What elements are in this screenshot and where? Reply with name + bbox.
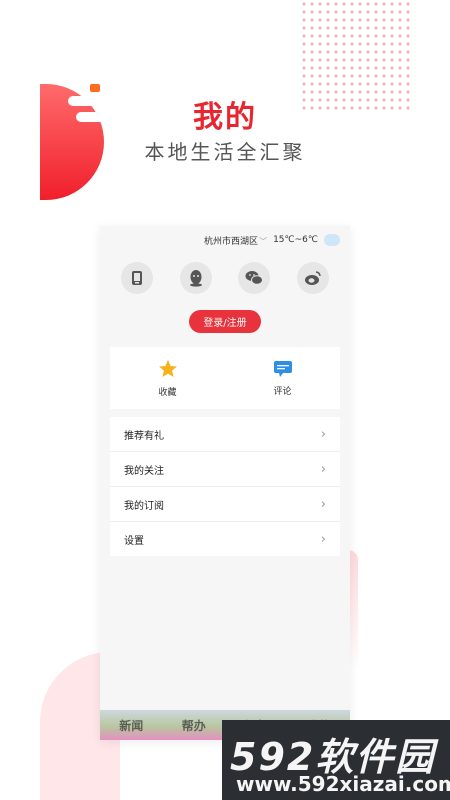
cloud-icon — [324, 234, 340, 246]
menu-item-recommend[interactable]: 推荐有礼 › — [110, 417, 340, 452]
decorative-orange-block — [90, 84, 100, 92]
menu-item-settings[interactable]: 设置 › — [110, 522, 340, 556]
watermark: 592软件园 www.592xiazai.com — [222, 720, 450, 800]
favorites-button[interactable]: 收藏 — [110, 347, 225, 409]
wechat-login-button[interactable] — [238, 262, 271, 294]
comments-button[interactable]: 评论 — [225, 347, 340, 409]
tab-news[interactable]: 新闻 — [119, 717, 143, 734]
watermark-url: www.592xiazai.com — [236, 772, 450, 796]
location-text: 杭州市西湖区 — [204, 236, 259, 247]
phone-icon — [132, 271, 143, 285]
status-bar: 杭州市西湖区﹀ 15℃~6℃ — [100, 226, 350, 254]
social-login-row — [100, 254, 350, 294]
weibo-login-button[interactable] — [296, 262, 329, 294]
tab-help[interactable]: 帮办 — [182, 717, 206, 734]
qq-login-button[interactable] — [179, 262, 212, 294]
comments-label: 评论 — [273, 386, 292, 397]
weather-text: 15℃~6℃ — [273, 235, 318, 245]
quick-actions-card: 收藏 评论 — [110, 347, 340, 409]
menu-item-label: 我的订阅 — [124, 500, 164, 512]
hero-subtitle: 本地生活全汇聚 — [144, 140, 306, 164]
chevron-down-icon: ﹀ — [259, 236, 268, 246]
favorites-label: 收藏 — [158, 387, 177, 398]
phone-screen: 杭州市西湖区﹀ 15℃~6℃ 登录/注册 收藏 评论 推荐有礼 › 我的关注 ›… — [100, 226, 350, 740]
location-label[interactable]: 杭州市西湖区﹀ — [204, 234, 267, 247]
star-icon — [158, 359, 177, 377]
phone-login-button[interactable] — [121, 262, 154, 294]
chevron-right-icon: › — [320, 496, 326, 512]
menu-item-label: 推荐有礼 — [124, 430, 164, 442]
weibo-icon — [304, 271, 321, 285]
chevron-right-icon: › — [320, 461, 326, 477]
hero-title: 我的 — [193, 100, 257, 135]
menu-item-following[interactable]: 我的关注 › — [110, 452, 340, 487]
comment-icon — [273, 360, 292, 377]
wechat-icon — [245, 271, 264, 285]
qq-icon — [189, 270, 202, 287]
login-register-button[interactable]: 登录/注册 — [189, 310, 261, 333]
menu-item-label: 设置 — [124, 535, 144, 547]
chevron-right-icon: › — [320, 426, 326, 442]
settings-menu: 推荐有礼 › 我的关注 › 我的订阅 › 设置 › — [110, 417, 340, 556]
menu-item-subscriptions[interactable]: 我的订阅 › — [110, 487, 340, 522]
menu-item-label: 我的关注 — [124, 465, 164, 477]
chevron-right-icon: › — [320, 531, 326, 547]
